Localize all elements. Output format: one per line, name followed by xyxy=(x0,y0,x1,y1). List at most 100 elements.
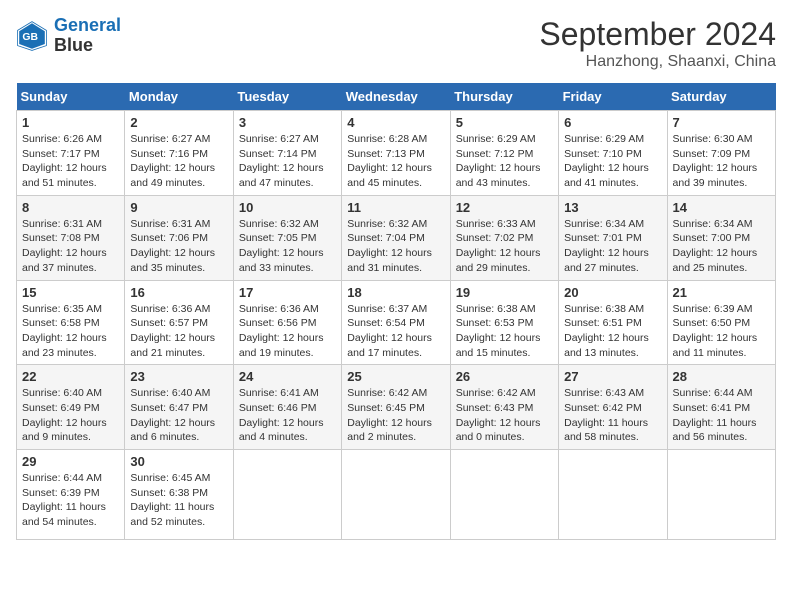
table-row: 16 Sunrise: 6:36 AMSunset: 6:57 PMDaylig… xyxy=(125,280,233,365)
day-info: Sunrise: 6:34 AMSunset: 7:01 PMDaylight:… xyxy=(564,217,661,276)
day-number: 22 xyxy=(22,369,119,384)
col-sunday: Sunday xyxy=(17,83,125,111)
day-info: Sunrise: 6:45 AMSunset: 6:38 PMDaylight:… xyxy=(130,471,227,530)
day-info: Sunrise: 6:40 AMSunset: 6:49 PMDaylight:… xyxy=(22,386,119,445)
day-info: Sunrise: 6:33 AMSunset: 7:02 PMDaylight:… xyxy=(456,217,553,276)
day-number: 9 xyxy=(130,200,227,215)
day-info: Sunrise: 6:41 AMSunset: 6:46 PMDaylight:… xyxy=(239,386,336,445)
day-number: 28 xyxy=(673,369,770,384)
table-row: 4 Sunrise: 6:28 AMSunset: 7:13 PMDayligh… xyxy=(342,111,450,196)
col-monday: Monday xyxy=(125,83,233,111)
table-row: 19 Sunrise: 6:38 AMSunset: 6:53 PMDaylig… xyxy=(450,280,558,365)
day-info: Sunrise: 6:37 AMSunset: 6:54 PMDaylight:… xyxy=(347,302,444,361)
table-row: 28 Sunrise: 6:44 AMSunset: 6:41 PMDaylig… xyxy=(667,365,775,450)
day-number: 20 xyxy=(564,285,661,300)
table-row: 24 Sunrise: 6:41 AMSunset: 6:46 PMDaylig… xyxy=(233,365,341,450)
day-info: Sunrise: 6:29 AMSunset: 7:12 PMDaylight:… xyxy=(456,132,553,191)
table-row: 7 Sunrise: 6:30 AMSunset: 7:09 PMDayligh… xyxy=(667,111,775,196)
col-friday: Friday xyxy=(559,83,667,111)
day-info: Sunrise: 6:27 AMSunset: 7:16 PMDaylight:… xyxy=(130,132,227,191)
calendar-table: Sunday Monday Tuesday Wednesday Thursday… xyxy=(16,83,776,540)
day-number: 11 xyxy=(347,200,444,215)
day-number: 24 xyxy=(239,369,336,384)
table-row: 1 Sunrise: 6:26 AMSunset: 7:17 PMDayligh… xyxy=(17,111,125,196)
day-number: 8 xyxy=(22,200,119,215)
table-row xyxy=(667,450,775,540)
table-row xyxy=(233,450,341,540)
day-number: 3 xyxy=(239,115,336,130)
day-number: 4 xyxy=(347,115,444,130)
day-info: Sunrise: 6:40 AMSunset: 6:47 PMDaylight:… xyxy=(130,386,227,445)
day-number: 30 xyxy=(130,454,227,469)
table-row: 3 Sunrise: 6:27 AMSunset: 7:14 PMDayligh… xyxy=(233,111,341,196)
col-saturday: Saturday xyxy=(667,83,775,111)
table-row: 29 Sunrise: 6:44 AMSunset: 6:39 PMDaylig… xyxy=(17,450,125,540)
calendar-body: 1 Sunrise: 6:26 AMSunset: 7:17 PMDayligh… xyxy=(17,111,776,540)
day-number: 21 xyxy=(673,285,770,300)
day-number: 14 xyxy=(673,200,770,215)
day-number: 29 xyxy=(22,454,119,469)
table-row: 23 Sunrise: 6:40 AMSunset: 6:47 PMDaylig… xyxy=(125,365,233,450)
table-row xyxy=(450,450,558,540)
day-number: 17 xyxy=(239,285,336,300)
day-info: Sunrise: 6:44 AMSunset: 6:41 PMDaylight:… xyxy=(673,386,770,445)
day-info: Sunrise: 6:42 AMSunset: 6:43 PMDaylight:… xyxy=(456,386,553,445)
location: Hanzhong, Shaanxi, China xyxy=(539,53,776,71)
day-number: 10 xyxy=(239,200,336,215)
day-number: 12 xyxy=(456,200,553,215)
day-info: Sunrise: 6:36 AMSunset: 6:56 PMDaylight:… xyxy=(239,302,336,361)
table-row: 22 Sunrise: 6:40 AMSunset: 6:49 PMDaylig… xyxy=(17,365,125,450)
day-info: Sunrise: 6:31 AMSunset: 7:06 PMDaylight:… xyxy=(130,217,227,276)
table-row: 25 Sunrise: 6:42 AMSunset: 6:45 PMDaylig… xyxy=(342,365,450,450)
day-number: 1 xyxy=(22,115,119,130)
day-number: 16 xyxy=(130,285,227,300)
day-info: Sunrise: 6:31 AMSunset: 7:08 PMDaylight:… xyxy=(22,217,119,276)
table-row: 8 Sunrise: 6:31 AMSunset: 7:08 PMDayligh… xyxy=(17,195,125,280)
col-thursday: Thursday xyxy=(450,83,558,111)
day-number: 2 xyxy=(130,115,227,130)
day-number: 19 xyxy=(456,285,553,300)
col-tuesday: Tuesday xyxy=(233,83,341,111)
day-info: Sunrise: 6:27 AMSunset: 7:14 PMDaylight:… xyxy=(239,132,336,191)
day-info: Sunrise: 6:42 AMSunset: 6:45 PMDaylight:… xyxy=(347,386,444,445)
day-info: Sunrise: 6:39 AMSunset: 6:50 PMDaylight:… xyxy=(673,302,770,361)
svg-text:GB: GB xyxy=(22,32,38,43)
table-row: 13 Sunrise: 6:34 AMSunset: 7:01 PMDaylig… xyxy=(559,195,667,280)
table-row: 26 Sunrise: 6:42 AMSunset: 6:43 PMDaylig… xyxy=(450,365,558,450)
day-number: 26 xyxy=(456,369,553,384)
table-row: 6 Sunrise: 6:29 AMSunset: 7:10 PMDayligh… xyxy=(559,111,667,196)
month-title: September 2024 xyxy=(539,16,776,53)
day-number: 15 xyxy=(22,285,119,300)
calendar-header: Sunday Monday Tuesday Wednesday Thursday… xyxy=(17,83,776,111)
table-row: 9 Sunrise: 6:31 AMSunset: 7:06 PMDayligh… xyxy=(125,195,233,280)
title-block: September 2024 Hanzhong, Shaanxi, China xyxy=(539,16,776,71)
logo-text: General Blue xyxy=(54,16,121,56)
logo-line1: General xyxy=(54,15,121,35)
table-row: 14 Sunrise: 6:34 AMSunset: 7:00 PMDaylig… xyxy=(667,195,775,280)
table-row: 10 Sunrise: 6:32 AMSunset: 7:05 PMDaylig… xyxy=(233,195,341,280)
table-row: 11 Sunrise: 6:32 AMSunset: 7:04 PMDaylig… xyxy=(342,195,450,280)
table-row: 18 Sunrise: 6:37 AMSunset: 6:54 PMDaylig… xyxy=(342,280,450,365)
day-number: 23 xyxy=(130,369,227,384)
day-info: Sunrise: 6:36 AMSunset: 6:57 PMDaylight:… xyxy=(130,302,227,361)
day-info: Sunrise: 6:44 AMSunset: 6:39 PMDaylight:… xyxy=(22,471,119,530)
day-info: Sunrise: 6:34 AMSunset: 7:00 PMDaylight:… xyxy=(673,217,770,276)
day-info: Sunrise: 6:32 AMSunset: 7:04 PMDaylight:… xyxy=(347,217,444,276)
page-header: GB General Blue September 2024 Hanzhong,… xyxy=(16,16,776,71)
day-number: 13 xyxy=(564,200,661,215)
day-info: Sunrise: 6:32 AMSunset: 7:05 PMDaylight:… xyxy=(239,217,336,276)
day-number: 27 xyxy=(564,369,661,384)
table-row: 15 Sunrise: 6:35 AMSunset: 6:58 PMDaylig… xyxy=(17,280,125,365)
day-info: Sunrise: 6:35 AMSunset: 6:58 PMDaylight:… xyxy=(22,302,119,361)
table-row: 30 Sunrise: 6:45 AMSunset: 6:38 PMDaylig… xyxy=(125,450,233,540)
day-number: 7 xyxy=(673,115,770,130)
day-info: Sunrise: 6:26 AMSunset: 7:17 PMDaylight:… xyxy=(22,132,119,191)
logo-icon: GB xyxy=(16,20,48,52)
day-info: Sunrise: 6:28 AMSunset: 7:13 PMDaylight:… xyxy=(347,132,444,191)
table-row: 12 Sunrise: 6:33 AMSunset: 7:02 PMDaylig… xyxy=(450,195,558,280)
table-row: 2 Sunrise: 6:27 AMSunset: 7:16 PMDayligh… xyxy=(125,111,233,196)
table-row: 5 Sunrise: 6:29 AMSunset: 7:12 PMDayligh… xyxy=(450,111,558,196)
table-row: 21 Sunrise: 6:39 AMSunset: 6:50 PMDaylig… xyxy=(667,280,775,365)
table-row xyxy=(559,450,667,540)
table-row: 27 Sunrise: 6:43 AMSunset: 6:42 PMDaylig… xyxy=(559,365,667,450)
